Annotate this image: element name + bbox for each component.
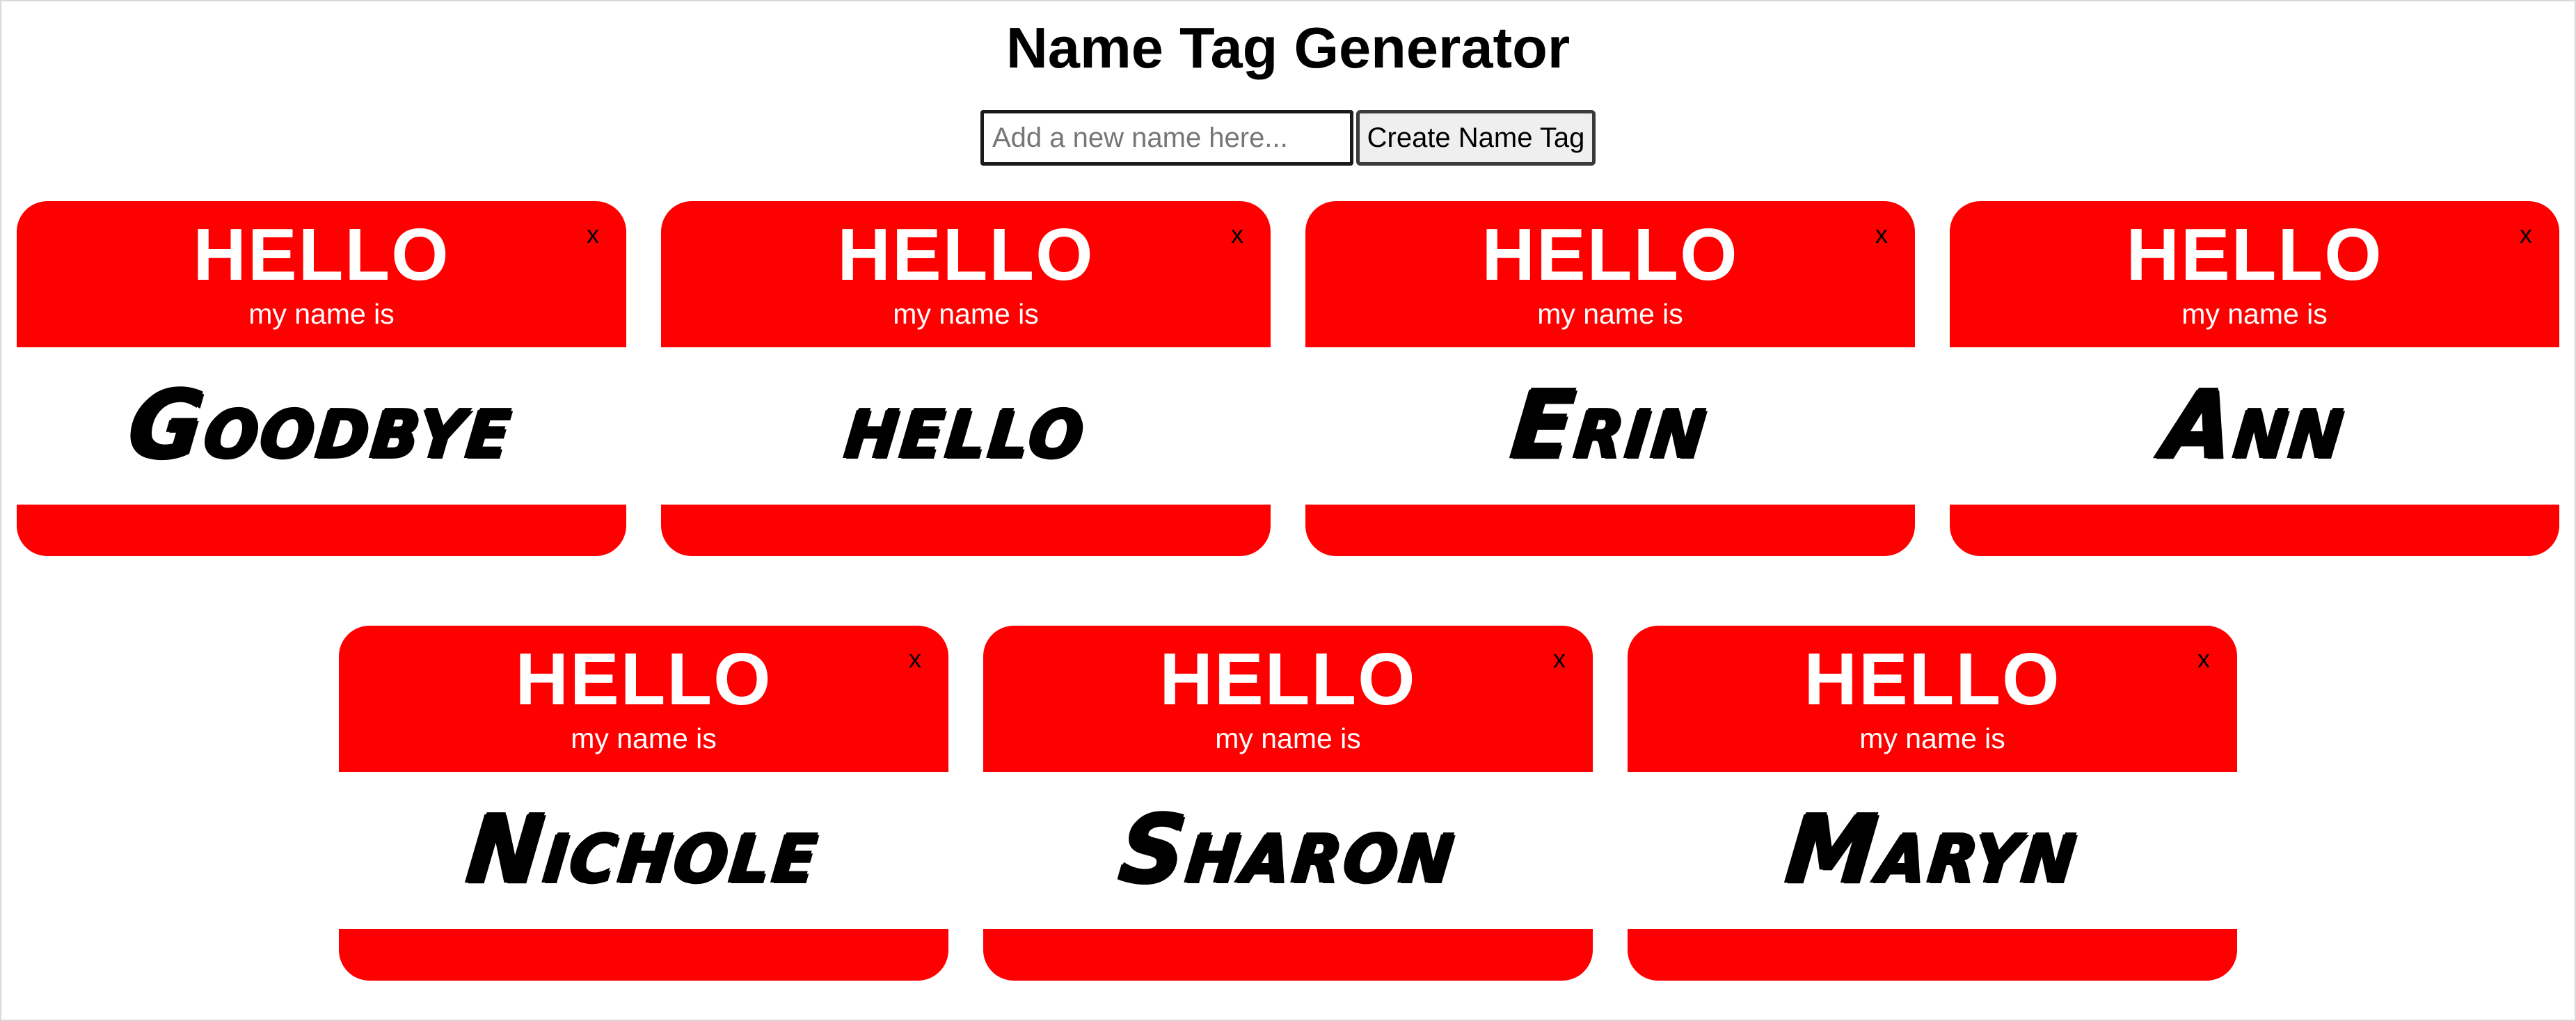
hello-heading: HELLO <box>2126 214 2383 296</box>
add-name-form: Create Name Tag <box>1 110 2575 166</box>
my-name-is-label: my name is <box>2181 298 2328 330</box>
my-name-is-label: my name is <box>1537 298 1683 330</box>
tag-name: Sharon <box>1114 796 1462 905</box>
name-tag: HELLO my name is x Ann <box>1950 201 2559 556</box>
hello-heading: HELLO <box>1481 214 1739 296</box>
hello-heading: HELLO <box>1159 638 1417 720</box>
my-name-is-label: my name is <box>893 298 1039 330</box>
name-tag-body: Ann <box>1950 347 2559 505</box>
name-tag: HELLO my name is x Maryn <box>1628 626 2237 981</box>
remove-tag-button[interactable]: x <box>901 645 929 673</box>
remove-tag-button[interactable]: x <box>1545 645 1573 673</box>
name-tag-app: Name Tag Generator Create Name Tag HELLO… <box>1 1 2575 1020</box>
name-tag: HELLO my name is x hello <box>661 201 1271 556</box>
name-tag-header: HELLO my name is <box>1305 201 1915 347</box>
name-tag-header: HELLO my name is <box>661 201 1271 347</box>
name-tag: HELLO my name is x Nichole <box>339 626 948 981</box>
name-tag: HELLO my name is x Sharon <box>983 626 1593 981</box>
my-name-is-label: my name is <box>248 298 395 330</box>
name-tag: HELLO my name is x Goodbye <box>17 201 626 556</box>
tag-name: Ann <box>2157 371 2352 480</box>
name-tag-body: Maryn <box>1628 772 2237 929</box>
tag-name: Nichole <box>462 796 825 905</box>
name-tag-header: HELLO my name is <box>1628 626 2237 772</box>
tag-name: hello <box>840 371 1092 480</box>
remove-tag-button[interactable]: x <box>2512 221 2540 248</box>
hello-heading: HELLO <box>1804 638 2061 720</box>
hello-heading: HELLO <box>515 638 772 720</box>
name-tag-body: Sharon <box>983 772 1593 929</box>
name-tag-row-2: HELLO my name is x Nichole HELLO my name… <box>1 626 2575 981</box>
name-tag-header: HELLO my name is <box>17 201 626 347</box>
remove-tag-button[interactable]: x <box>1223 221 1251 248</box>
name-tag-row-1: HELLO my name is x Goodbye HELLO my name… <box>1 201 2575 556</box>
tag-name: Maryn <box>1781 796 2084 905</box>
my-name-is-label: my name is <box>1859 722 2005 754</box>
name-input[interactable] <box>980 110 1353 166</box>
remove-tag-button[interactable]: x <box>2190 645 2218 673</box>
my-name-is-label: my name is <box>571 722 717 754</box>
name-tag: HELLO my name is x Erin <box>1305 201 1915 556</box>
tag-name: Erin <box>1506 371 1715 480</box>
page-title: Name Tag Generator <box>1005 15 1571 80</box>
name-tag-header: HELLO my name is <box>339 626 948 772</box>
name-tag-body: hello <box>661 347 1271 505</box>
name-tag-header: HELLO my name is <box>983 626 1593 772</box>
name-tag-body: Erin <box>1305 347 1915 505</box>
my-name-is-label: my name is <box>1215 722 1361 754</box>
remove-tag-button[interactable]: x <box>579 221 607 248</box>
hello-heading: HELLO <box>193 214 450 296</box>
create-name-tag-button[interactable]: Create Name Tag <box>1356 110 1596 166</box>
name-tag-body: Goodbye <box>17 347 626 505</box>
hello-heading: HELLO <box>837 214 1095 296</box>
name-tag-body: Nichole <box>339 772 948 929</box>
tag-name: Goodbye <box>124 371 519 480</box>
remove-tag-button[interactable]: x <box>1868 221 1895 248</box>
name-tag-header: HELLO my name is <box>1950 201 2559 347</box>
